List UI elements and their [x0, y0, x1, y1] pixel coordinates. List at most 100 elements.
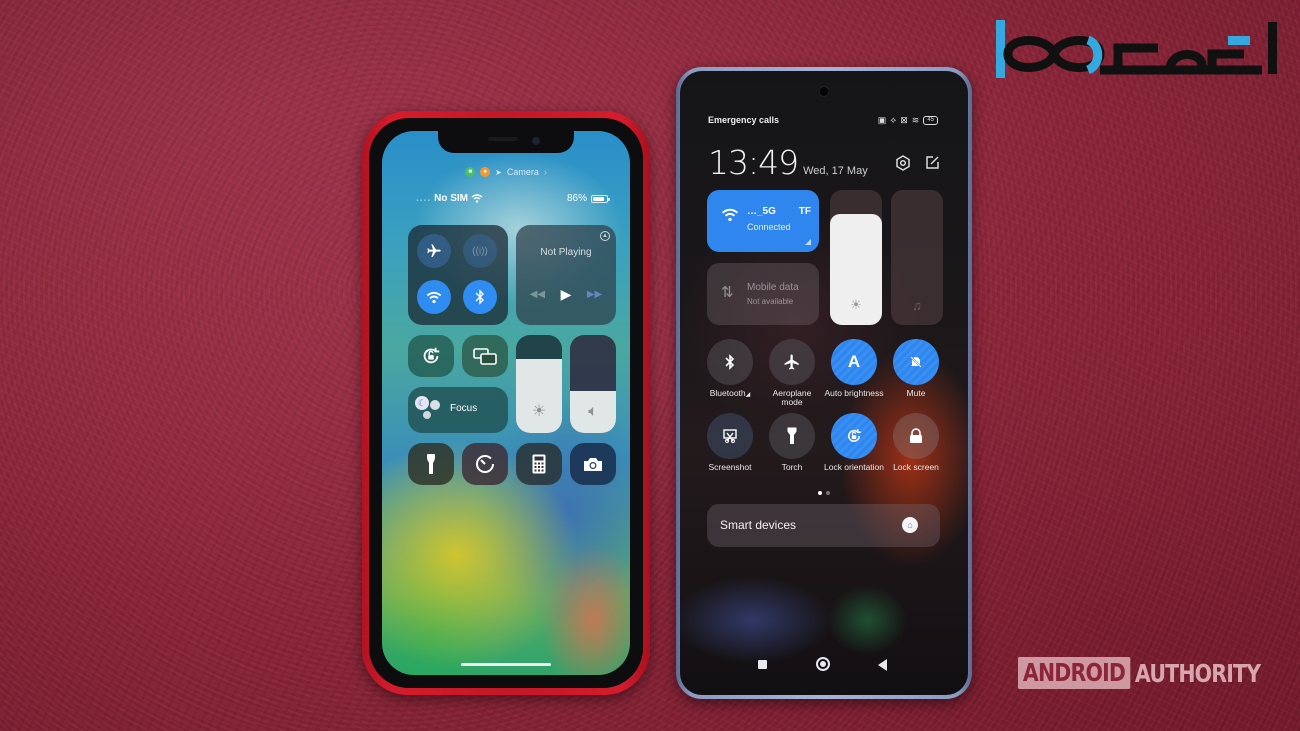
home-indicator[interactable]	[461, 663, 551, 666]
airplane-mode-toggle[interactable]	[417, 234, 451, 268]
lock-icon	[893, 413, 939, 459]
expand-corner-icon	[805, 239, 811, 245]
battery-fill	[593, 196, 605, 201]
android-status-bar: Emergency calls ▣ ⟡ ⊠ ≋ 45	[708, 115, 938, 129]
logo-bar-left	[996, 20, 1005, 78]
rewind-icon[interactable]: ◀◀	[530, 289, 545, 300]
speaker-icon: 🔈︎	[588, 403, 598, 420]
brand-logo	[992, 14, 1286, 80]
edit-icon[interactable]	[925, 155, 940, 171]
volume-slider[interactable]: ♫	[891, 190, 943, 325]
watermark-text: AUTHORITY	[1134, 658, 1261, 688]
ios-status-bar: .... No SIM 86%	[382, 193, 630, 207]
toggle-mute[interactable]: Mute	[885, 339, 947, 398]
logo-accent-arc	[1085, 35, 1103, 75]
bluetooth-icon	[475, 289, 484, 305]
now-playing-title: Not Playing	[540, 247, 592, 258]
fast-forward-icon[interactable]: ▶▶	[587, 289, 602, 300]
volume-slider[interactable]: 🔈︎	[570, 335, 616, 433]
earpiece	[488, 137, 518, 141]
calculator-button[interactable]	[516, 443, 562, 485]
toggle-label: Mute	[906, 388, 926, 398]
screen-mirroring-button[interactable]	[462, 335, 508, 377]
toggle-aeroplane-mode[interactable]: Aeroplane mode	[761, 339, 823, 407]
front-camera	[532, 137, 540, 145]
wifi-toggle[interactable]	[417, 280, 451, 314]
wifi-icon	[426, 291, 442, 303]
mobile-data-tile[interactable]: ⇅ Mobile data Not available	[707, 263, 819, 325]
wifi-tile[interactable]: …_5G TF Connected	[707, 190, 819, 252]
iphone-bezel: ■ ● ➤ Camera › .... No SIM 86% ((ι)) ▲ N…	[369, 118, 643, 688]
battery-icon	[591, 194, 610, 203]
brightness-slider[interactable]: ☀	[516, 335, 562, 433]
page-indicator[interactable]	[818, 491, 830, 495]
timer-button[interactable]	[462, 443, 508, 485]
video-camera-icon: ■	[465, 167, 476, 177]
brightness-slider-fill	[516, 358, 562, 433]
smart-devices-label: Smart devices	[720, 518, 797, 532]
watermark-box-text: ANDROID	[1018, 657, 1131, 689]
battery-icon: 45	[923, 116, 938, 125]
airplane-icon	[769, 339, 815, 385]
cellular-antenna-icon: ((ι))	[472, 245, 488, 257]
brand-logo-graphic	[996, 20, 1277, 78]
toggle-label: Lock orientation	[823, 462, 884, 472]
flashlight-icon	[408, 443, 454, 485]
moon-icon: ☾	[415, 396, 429, 410]
cellular-data-toggle[interactable]: ((ι))	[463, 234, 497, 268]
navigation-bar	[680, 657, 968, 673]
now-playing-panel[interactable]: ▲ Not Playing ◀◀ ▶ ▶▶	[516, 225, 616, 325]
camera-button[interactable]	[570, 443, 616, 485]
toggle-label: Screenshot	[708, 462, 752, 472]
logo-loop	[1003, 36, 1105, 72]
clock: 13:49 Wed, 17 May	[708, 143, 868, 182]
focus-button[interactable]: ☾ Focus	[408, 387, 508, 433]
play-icon[interactable]: ▶	[561, 286, 572, 303]
home-button[interactable]	[816, 657, 830, 671]
toggle-screenshot[interactable]: Screenshot	[699, 413, 761, 472]
toggle-label: Lock screen	[893, 462, 939, 472]
leather-background	[0, 0, 1300, 731]
torch-icon	[769, 413, 815, 459]
recents-button[interactable]	[758, 660, 767, 669]
toggle-lock-orientation[interactable]: Lock orientation	[823, 413, 885, 472]
vibrate-off-icon: ⟡	[890, 115, 897, 125]
airplay-icon[interactable]: ▲	[600, 231, 610, 241]
battery-percent: 86%	[566, 193, 587, 204]
location-arrow-icon: ➤	[495, 167, 502, 177]
bluetooth-toggle[interactable]	[463, 280, 497, 314]
person-icon	[423, 411, 431, 419]
wifi-status: Connected	[747, 222, 791, 232]
mobile-data-label: Mobile data	[747, 282, 799, 293]
rotation-lock-icon	[408, 335, 454, 377]
connectivity-panel: ((ι))	[408, 225, 508, 325]
rotation-lock-button[interactable]	[408, 335, 454, 377]
xiaomi-device: Emergency calls ▣ ⟡ ⊠ ≋ 45 13:49 Wed, 17…	[676, 67, 972, 699]
toggle-lock-screen[interactable]: Lock screen	[885, 413, 947, 472]
bluetooth-icon	[707, 339, 753, 385]
toggle-label: Aeroplane mode	[772, 388, 812, 407]
settings-icon[interactable]	[895, 155, 911, 171]
toggle-bluetooth[interactable]: Bluetooth◢	[699, 339, 761, 400]
focus-label: Focus	[450, 403, 478, 414]
microphone-icon: ●	[480, 167, 491, 177]
toggle-torch[interactable]: Torch	[761, 413, 823, 472]
brightness-slider[interactable]: ☀	[830, 190, 882, 325]
screenshot-icon	[707, 413, 753, 459]
signal-dots-icon: ....	[416, 193, 432, 204]
wifi-icon	[471, 194, 483, 203]
toggle-auto-brightness[interactable]: A Auto brightness	[823, 339, 885, 398]
data-arrows-icon: ⇅	[721, 284, 734, 301]
toggle-label: Auto brightness	[824, 388, 884, 398]
page-dot[interactable]	[826, 491, 830, 495]
status-left-text: Emergency calls	[708, 115, 780, 125]
signal-icon: ◢	[745, 392, 751, 398]
privacy-indicators[interactable]: ■ ● ➤ Camera ›	[382, 167, 630, 177]
flashlight-button[interactable]	[408, 443, 454, 485]
back-button[interactable]	[878, 659, 887, 671]
smart-devices-button[interactable]: Smart devices ⌂	[707, 504, 940, 547]
auto-brightness-icon: A	[831, 339, 877, 385]
mobile-data-status: Not available	[747, 297, 794, 306]
page-dot-active[interactable]	[818, 491, 822, 495]
music-note-icon: ♫	[912, 298, 922, 313]
